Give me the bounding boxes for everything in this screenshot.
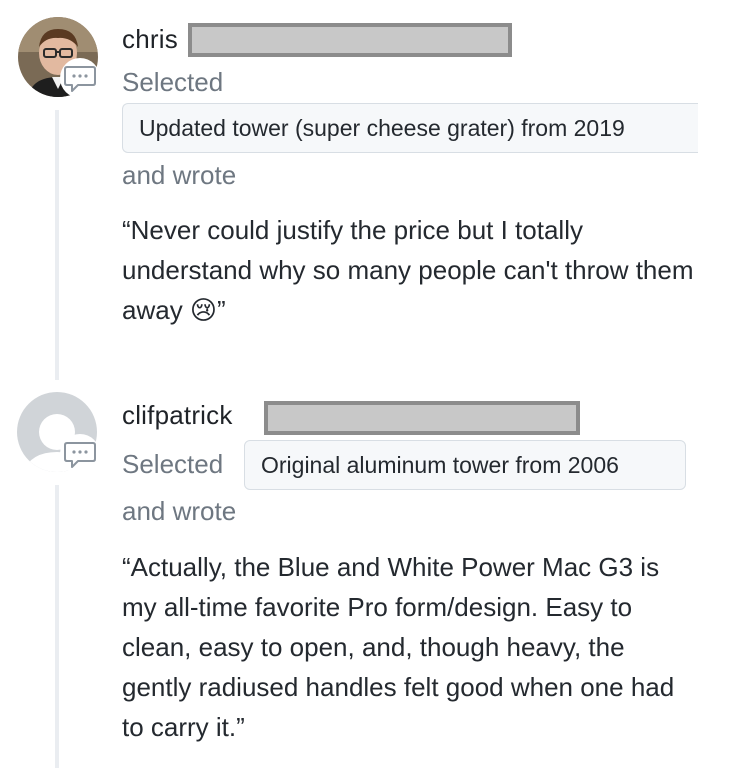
comment-icon bbox=[60, 58, 100, 98]
username[interactable]: chris bbox=[122, 24, 178, 55]
selected-label: Selected bbox=[122, 449, 224, 479]
selection-chip[interactable]: Updated tower (super cheese grater) from… bbox=[122, 103, 698, 153]
username[interactable]: clifpatrick bbox=[122, 400, 233, 431]
wrote-label: and wrote bbox=[122, 160, 237, 190]
comment-text: “Actually, the Blue and White Power Mac … bbox=[122, 552, 675, 742]
timeline-line bbox=[55, 110, 59, 380]
comment-icon bbox=[60, 434, 100, 474]
selected-label: Selected bbox=[122, 67, 224, 97]
timeline-line bbox=[55, 485, 59, 768]
comment-text: “Never could justify the price but I tot… bbox=[122, 215, 694, 325]
redacted-text bbox=[264, 401, 580, 435]
redacted-text bbox=[188, 23, 512, 57]
selection-chip[interactable]: Original aluminum tower from 2006 bbox=[244, 440, 686, 490]
wrote-label: and wrote bbox=[122, 496, 237, 526]
